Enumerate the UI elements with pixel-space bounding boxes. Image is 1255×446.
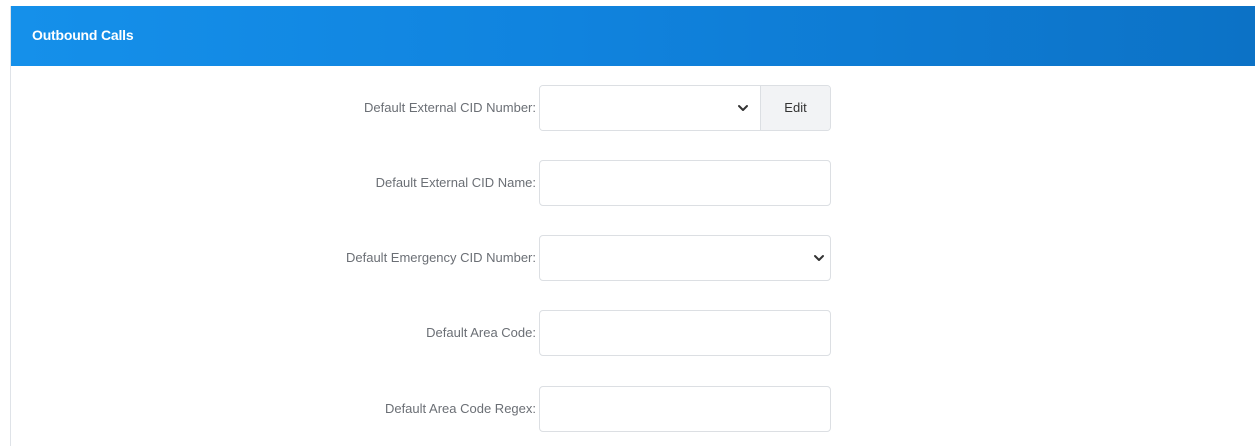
area-code-regex-input[interactable] xyxy=(539,386,831,432)
chevron-down-icon xyxy=(814,255,824,261)
panel-title: Outbound Calls xyxy=(32,27,134,43)
external-cid-number-group: Edit xyxy=(539,85,831,131)
emergency-cid-number-select[interactable] xyxy=(539,235,831,281)
emergency-cid-number-label: Default Emergency CID Number: xyxy=(345,250,536,265)
edit-button[interactable]: Edit xyxy=(760,86,830,130)
area-code-label: Default Area Code: xyxy=(426,325,536,340)
form-row-emergency-cid-number: Default Emergency CID Number: xyxy=(11,235,1255,281)
chevron-down-icon xyxy=(738,105,748,111)
outbound-calls-panel: Outbound Calls Default External CID Numb… xyxy=(10,6,1255,446)
external-cid-name-label: Default External CID Name: xyxy=(375,175,536,190)
external-cid-number-select[interactable] xyxy=(540,86,760,130)
panel-header: Outbound Calls xyxy=(11,6,1255,66)
form-row-area-code-regex: Default Area Code Regex: xyxy=(11,386,1255,432)
form-row-area-code: Default Area Code: xyxy=(11,310,1255,356)
external-cid-name-input[interactable] xyxy=(539,160,831,206)
form-row-external-cid-number: Default External CID Number: Edit xyxy=(11,85,1255,131)
form-row-external-cid-name: Default External CID Name: xyxy=(11,160,1255,206)
area-code-regex-label: Default Area Code Regex: xyxy=(384,401,536,416)
external-cid-number-label: Default External CID Number: xyxy=(364,100,536,115)
area-code-input[interactable] xyxy=(539,310,831,356)
